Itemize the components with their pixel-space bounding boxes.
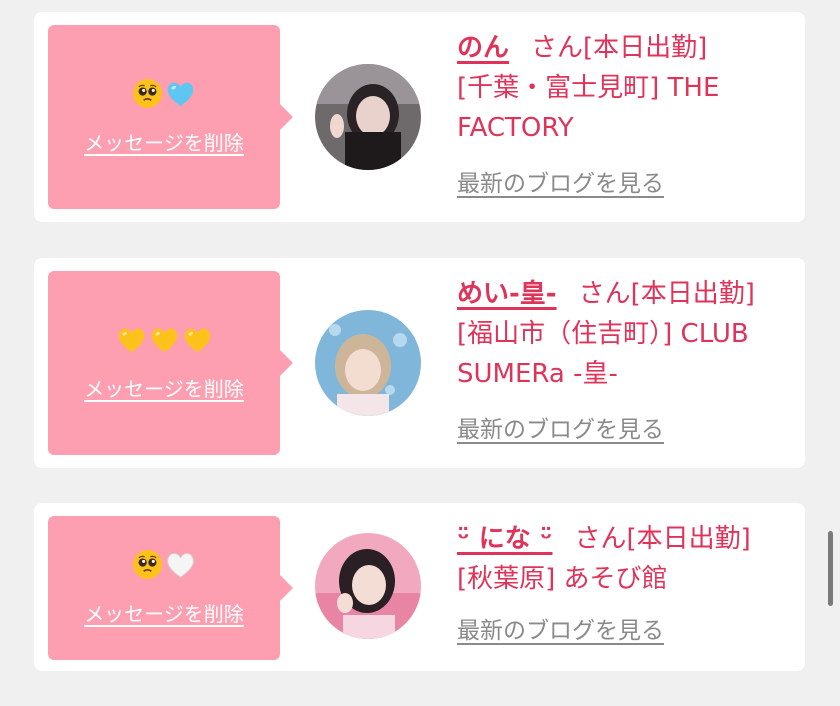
message-bubble: メッセージを削除 [48,516,293,660]
cast-title-line: ᵕ̈ にな ᵕ̈ さん[本日出勤] [457,519,797,559]
message-card: メッセージを削除 めい-皇- さん[本日出勤] [福山市（住吉町）] CLUB S… [34,258,805,468]
delete-message-link[interactable]: メッセージを削除 [84,127,244,156]
message-bubble: メッセージを削除 [48,25,293,209]
white-heart-icon [165,549,196,580]
scrollbar[interactable] [828,531,833,606]
cast-status: さん[本日出勤] [578,279,755,309]
latest-blog-link[interactable]: 最新のブログを見る [457,164,664,204]
message-emojis [116,324,213,355]
delete-message-link[interactable]: メッセージを削除 [84,373,244,402]
cast-avatar[interactable] [315,533,421,639]
yellow-heart-icon [182,324,213,355]
cast-name-link[interactable]: めい-皇- [457,279,557,309]
shop-name: [千葉・富士見町] THE [457,73,720,103]
shop-name: [秋葉原] あそび館 [457,564,668,594]
cast-title-line: のん さん[本日出勤] [457,28,797,68]
cast-info: のん さん[本日出勤] [千葉・富士見町] THE FACTORY 最新のブログを… [457,28,797,204]
pleading-face-icon [132,78,163,109]
cast-avatar[interactable] [315,64,421,170]
shop-name-cont: FACTORY [457,113,574,143]
message-emojis [132,78,196,109]
cast-name-link[interactable]: ᵕ̈ にな ᵕ̈ [457,524,552,554]
cast-status: さん[本日出勤] [574,524,751,554]
message-card: メッセージを削除 のん さん[本日出勤] [千葉・富士見町] THE FACTOR… [34,12,805,222]
blue-heart-icon [165,78,196,109]
message-bubble: メッセージを削除 [48,271,293,455]
delete-message-link[interactable]: メッセージを削除 [84,598,244,627]
yellow-heart-icon [149,324,180,355]
cast-status: さん[本日出勤] [531,33,708,63]
shop-name: [福山市（住吉町）] CLUB [457,319,749,349]
message-emojis [132,549,196,580]
message-card: メッセージを削除 ᵕ̈ にな ᵕ̈ さん[本日出勤] [秋葉原] あそび館 最新の… [34,503,805,671]
cast-info: めい-皇- さん[本日出勤] [福山市（住吉町）] CLUB SUMERa -皇-… [457,274,797,450]
yellow-heart-icon [116,324,147,355]
cast-info: ᵕ̈ にな ᵕ̈ さん[本日出勤] [秋葉原] あそび館 最新のブログを見る [457,519,797,651]
cast-avatar[interactable] [315,310,421,416]
latest-blog-link[interactable]: 最新のブログを見る [457,410,664,450]
latest-blog-link[interactable]: 最新のブログを見る [457,611,664,651]
pleading-face-icon [132,549,163,580]
cast-title-line: めい-皇- さん[本日出勤] [457,274,797,314]
shop-name-cont: SUMERa -皇- [457,359,618,389]
cast-name-link[interactable]: のん [457,33,509,63]
